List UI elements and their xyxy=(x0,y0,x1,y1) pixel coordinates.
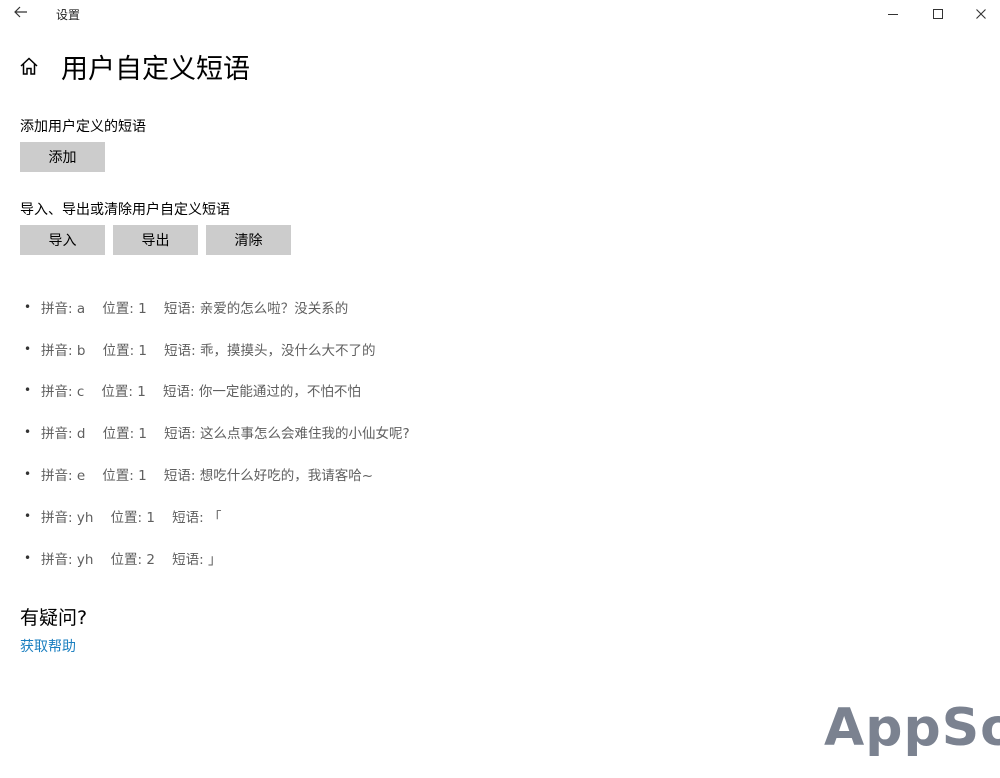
phrase-text: 拼音: e 位置: 1 短语: 想吃什么好吃的，我请客哈~ xyxy=(41,468,374,485)
appso-watermark: AppSo xyxy=(824,698,1000,758)
bullet: • xyxy=(24,425,32,440)
phrase-text: 拼音: a 位置: 1 短语: 亲爱的怎么啦？没关系的 xyxy=(41,300,349,317)
list-item[interactable]: • 拼音: e 位置: 1 短语: 想吃什么好吃的，我请客哈~ xyxy=(24,453,410,495)
bullet: • xyxy=(24,508,32,523)
bullet: • xyxy=(24,341,32,356)
phrase-list: • 拼音: a 位置: 1 短语: 亲爱的怎么啦？没关系的 • 拼音: b 位置: … xyxy=(24,286,410,579)
window-title: 设置 xyxy=(56,8,81,22)
get-help-link[interactable]: 获取帮助 xyxy=(20,636,76,656)
list-item[interactable]: • 拼音: yh 位置: 2 短语: 」 xyxy=(24,537,410,579)
import-export-clear-label: 导入、导出或清除用户自定义短语 xyxy=(20,202,230,218)
phrase-text: 拼音: c 位置: 1 短语: 你一定能通过的，不怕不怕 xyxy=(41,384,361,401)
import-button[interactable]: 导入 xyxy=(20,225,105,255)
add-phrase-label: 添加用户定义的短语 xyxy=(20,119,146,135)
bullet: • xyxy=(24,299,32,314)
phrase-text: 拼音: yh 位置: 2 短语: 」 xyxy=(41,551,222,568)
page-title: 用户自定义短语 xyxy=(61,54,250,85)
close-button[interactable] xyxy=(958,0,1000,28)
bullet: • xyxy=(24,550,32,565)
minimize-button[interactable] xyxy=(870,0,916,28)
back-arrow-icon xyxy=(14,6,27,18)
list-item[interactable]: • 拼音: c 位置: 1 短语: 你一定能通过的，不怕不怕 xyxy=(24,370,410,412)
phrase-text: 拼音: b 位置: 1 短语: 乖，摸摸头，没什么大不了的 xyxy=(41,342,376,359)
help-heading: 有疑问? xyxy=(20,607,88,629)
export-button[interactable]: 导出 xyxy=(113,225,198,255)
minimize-icon xyxy=(888,14,898,15)
back-button[interactable] xyxy=(8,2,34,24)
add-button[interactable]: 添加 xyxy=(20,142,105,172)
maximize-icon xyxy=(933,9,943,19)
close-icon xyxy=(976,9,986,19)
list-item[interactable]: • 拼音: d 位置: 1 短语: 这么点事怎么会难住我的小仙女呢? xyxy=(24,411,410,453)
home-icon[interactable] xyxy=(18,56,42,78)
list-item[interactable]: • 拼音: a 位置: 1 短语: 亲爱的怎么啦？没关系的 xyxy=(24,286,410,328)
title-bar: 设置 xyxy=(0,0,1000,28)
maximize-button[interactable] xyxy=(915,0,961,28)
bullet: • xyxy=(24,467,32,482)
clear-button[interactable]: 清除 xyxy=(206,225,291,255)
phrase-text: 拼音: yh 位置: 1 短语: 「 xyxy=(41,509,222,526)
list-item[interactable]: • 拼音: yh 位置: 1 短语: 「 xyxy=(24,495,410,537)
bullet: • xyxy=(24,383,32,398)
list-item[interactable]: • 拼音: b 位置: 1 短语: 乖，摸摸头，没什么大不了的 xyxy=(24,328,410,370)
phrase-text: 拼音: d 位置: 1 短语: 这么点事怎么会难住我的小仙女呢? xyxy=(41,426,410,443)
